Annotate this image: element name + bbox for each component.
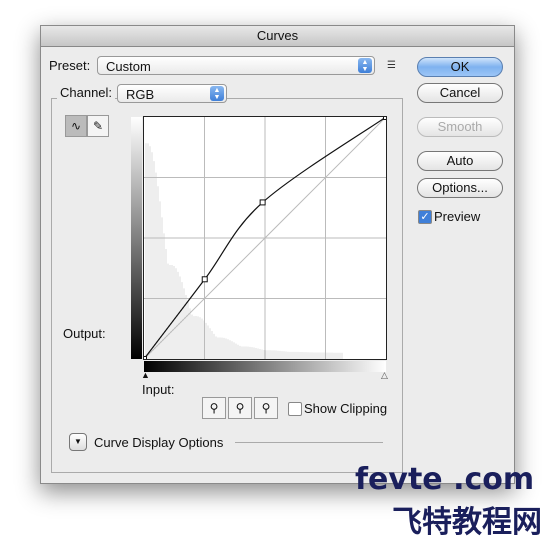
black-eyedropper-icon[interactable]: ⚲ — [202, 397, 226, 419]
watermark-site: fevte .com — [355, 462, 535, 497]
divider — [235, 442, 383, 443]
preset-options-icon[interactable]: ☰ — [387, 59, 401, 72]
curve-control-point[interactable] — [143, 356, 147, 361]
stepper-arrows-icon: ▲ ▼ — [210, 86, 224, 101]
input-gradient-bar — [144, 361, 386, 372]
curves-graph[interactable] — [143, 116, 387, 360]
ok-button[interactable]: OK — [417, 57, 503, 77]
channel-select[interactable]: RGB ▲ ▼ — [117, 84, 227, 103]
white-point-slider[interactable]: △ — [381, 370, 388, 381]
preset-label: Preset: — [49, 58, 91, 73]
histogram — [145, 143, 343, 359]
preview-checkbox[interactable]: ✓ — [418, 210, 432, 224]
black-point-slider[interactable]: ▲ — [141, 370, 150, 380]
options-button[interactable]: Options... — [417, 178, 503, 198]
pencil-tool-icon[interactable]: ✎ — [87, 115, 109, 137]
stepper-arrows-icon: ▲ ▼ — [358, 58, 372, 73]
output-label: Output: — [63, 326, 106, 341]
preset-select[interactable]: Custom ▲ ▼ — [97, 56, 375, 75]
preview-label: Preview — [434, 209, 481, 224]
curve-control-point[interactable] — [259, 199, 266, 206]
curve-display-options-label: Curve Display Options — [94, 435, 224, 450]
cancel-button[interactable]: Cancel — [417, 83, 503, 103]
gray-eyedropper-icon[interactable]: ⚲ — [228, 397, 252, 419]
title-bar: Curves — [41, 26, 514, 47]
curve-control-point[interactable] — [201, 276, 208, 283]
show-clipping-label: Show Clipping — [304, 401, 388, 416]
preset-value: Custom — [106, 59, 151, 74]
curve-point-tool-icon[interactable]: ∿ — [65, 115, 87, 137]
show-clipping-checkbox[interactable] — [288, 402, 302, 416]
smooth-button[interactable]: Smooth — [417, 117, 503, 137]
channel-value: RGB — [126, 87, 155, 102]
channel-label: Channel: — [57, 85, 116, 100]
white-eyedropper-icon[interactable]: ⚲ — [254, 397, 278, 419]
watermark-chinese: 飞特教程网 — [392, 505, 542, 540]
disclosure-triangle-icon[interactable]: ▼ — [69, 433, 87, 451]
auto-button[interactable]: Auto — [417, 151, 503, 171]
input-label: Input: — [142, 382, 175, 397]
output-gradient-bar — [131, 117, 142, 359]
curve-control-point[interactable] — [383, 116, 388, 120]
